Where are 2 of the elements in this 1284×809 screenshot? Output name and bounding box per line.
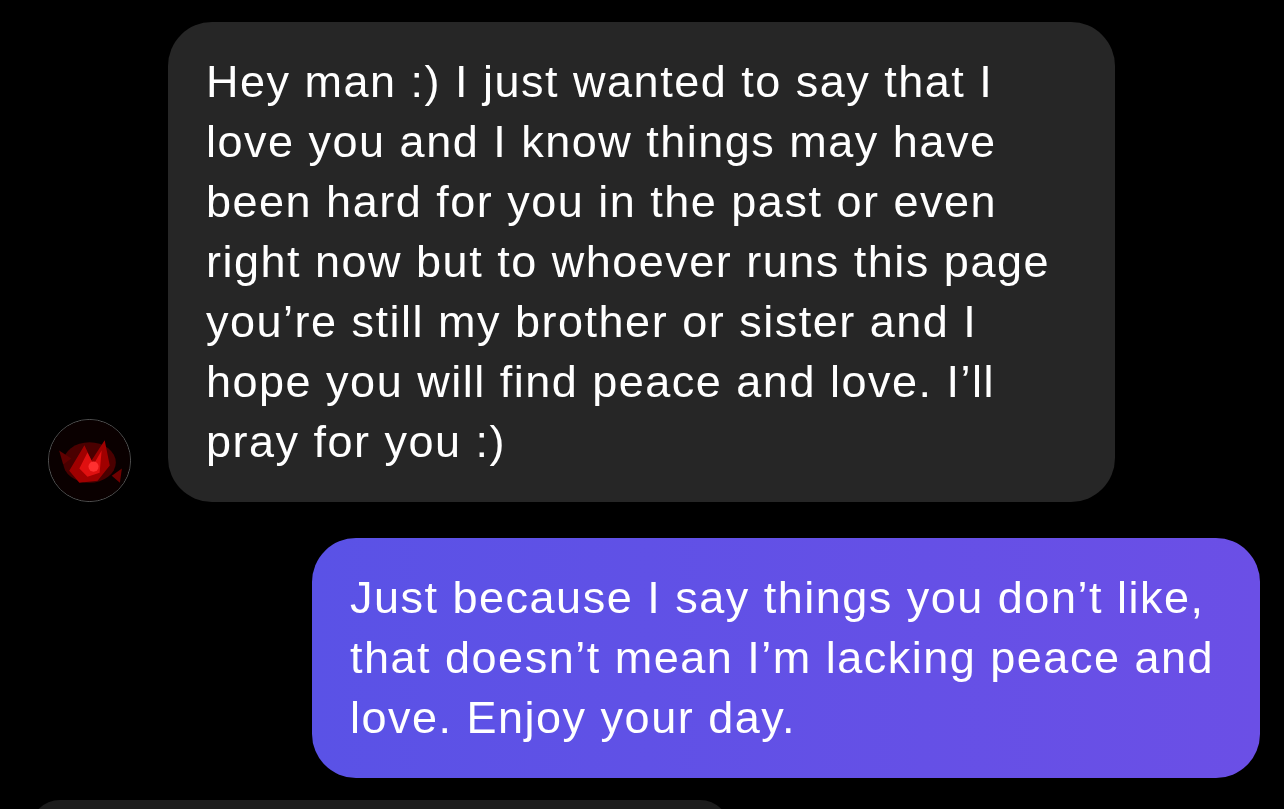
message-bubble: Just because I say things you don’t like, that doesn’t mean I’m lacking peace and love. Enjoy your day. [312,538,1260,778]
message-bubble: Hey man :) I just wanted to say that I love you and I know things may have been hard for you in the past or even right now but to whoever runs this page you’re still my brother or sister and I hope you will find peace and love. I’ll pray for you :) [168,22,1115,502]
